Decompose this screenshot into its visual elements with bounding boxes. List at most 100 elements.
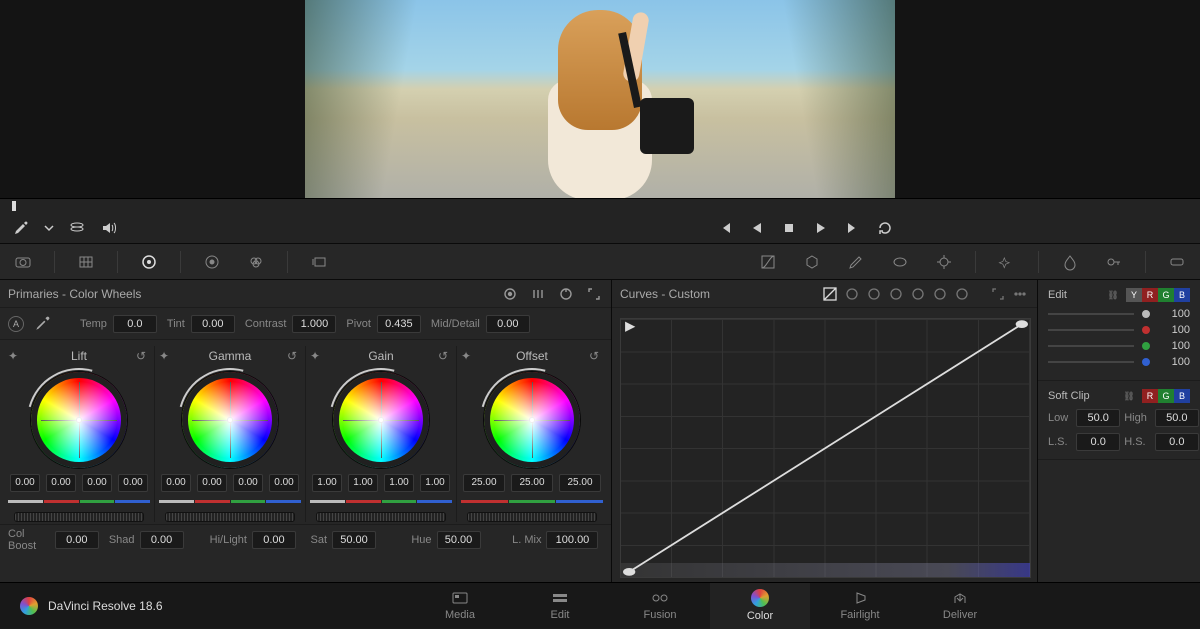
- speaker-icon[interactable]: [100, 219, 118, 237]
- channel-value[interactable]: 100: [1158, 356, 1190, 368]
- wheel-value[interactable]: 1.00: [420, 474, 450, 492]
- tint-value[interactable]: 0.00: [191, 315, 235, 333]
- motion-effects-palette-icon[interactable]: [306, 249, 332, 275]
- stop-icon[interactable]: [780, 219, 798, 237]
- wheel-jog[interactable]: [467, 512, 597, 522]
- wheel-picker-icon[interactable]: ✦: [310, 349, 324, 363]
- hilight-value[interactable]: 0.00: [252, 531, 296, 549]
- wheel-value[interactable]: 1.00: [312, 474, 342, 492]
- link-icon[interactable]: ⛓: [1106, 288, 1120, 302]
- log-mode-icon[interactable]: [557, 285, 575, 303]
- loop-icon[interactable]: [876, 219, 894, 237]
- curves-expand-icon[interactable]: [991, 287, 1007, 301]
- wheel-value[interactable]: 0.00: [197, 474, 227, 492]
- curves-options-icon[interactable]: [1013, 287, 1029, 301]
- wheel-picker-icon[interactable]: ✦: [461, 349, 475, 363]
- wheel-value[interactable]: 0.00: [10, 474, 40, 492]
- color-warper-palette-icon[interactable]: [799, 249, 825, 275]
- channel-slider[interactable]: [1048, 345, 1134, 347]
- color-wheel[interactable]: [484, 372, 580, 468]
- wheel-reset-icon[interactable]: ↺: [438, 349, 452, 363]
- wheel-picker-icon[interactable]: ✦: [8, 349, 22, 363]
- channel-slider[interactable]: [1048, 361, 1134, 363]
- tab-deliver[interactable]: Deliver: [910, 583, 1010, 629]
- qualifier-palette-icon[interactable]: [843, 249, 869, 275]
- softclip-b-chip[interactable]: B: [1174, 389, 1190, 403]
- wheels-mode-icon[interactable]: [529, 285, 547, 303]
- rgb-mixer-palette-icon[interactable]: [243, 249, 269, 275]
- play-icon[interactable]: [812, 219, 830, 237]
- mid-detail-value[interactable]: 0.00: [486, 315, 530, 333]
- hue-value[interactable]: 50.00: [437, 531, 481, 549]
- tab-edit[interactable]: Edit: [510, 583, 610, 629]
- play-reverse-icon[interactable]: [748, 219, 766, 237]
- channel-slider[interactable]: [1048, 313, 1134, 315]
- timeline-scrubber[interactable]: [0, 198, 1200, 212]
- stack-icon[interactable]: [68, 219, 86, 237]
- hs-value[interactable]: 0.0: [1155, 433, 1199, 451]
- wheel-jog[interactable]: [316, 512, 446, 522]
- tracking-palette-icon[interactable]: [931, 249, 957, 275]
- channel-b-chip[interactable]: B: [1174, 288, 1190, 302]
- window-palette-icon[interactable]: [887, 249, 913, 275]
- curves-palette-icon[interactable]: [755, 249, 781, 275]
- softclip-r-chip[interactable]: R: [1142, 389, 1158, 403]
- wheel-value[interactable]: 1.00: [348, 474, 378, 492]
- curves-editor[interactable]: [620, 318, 1031, 578]
- tab-fairlight[interactable]: Fairlight: [810, 583, 910, 629]
- blur-palette-icon[interactable]: [1057, 249, 1083, 275]
- color-wheel[interactable]: [182, 372, 278, 468]
- reset-target-icon[interactable]: [501, 285, 519, 303]
- eyedropper-icon[interactable]: [12, 219, 30, 237]
- curves-hue-sat-icon[interactable]: [867, 287, 883, 301]
- color-wheel[interactable]: [333, 372, 429, 468]
- channel-g-chip[interactable]: G: [1158, 288, 1174, 302]
- channel-y-chip[interactable]: Y: [1126, 288, 1142, 302]
- curves-hue-lum-icon[interactable]: [889, 287, 905, 301]
- hdr-palette-icon[interactable]: [199, 249, 225, 275]
- camera-raw-palette-icon[interactable]: [10, 249, 36, 275]
- tab-media[interactable]: Media: [410, 583, 510, 629]
- sat-value[interactable]: 50.00: [332, 531, 376, 549]
- wheel-value[interactable]: 0.00: [269, 474, 299, 492]
- tab-fusion[interactable]: Fusion: [610, 583, 710, 629]
- wheel-value[interactable]: 0.00: [46, 474, 76, 492]
- channel-r-chip[interactable]: R: [1142, 288, 1158, 302]
- tab-color[interactable]: Color: [710, 583, 810, 629]
- curves-custom-icon[interactable]: [823, 287, 839, 301]
- pivot-value[interactable]: 0.435: [377, 315, 421, 333]
- wheel-reset-icon[interactable]: ↺: [287, 349, 301, 363]
- softclip-g-chip[interactable]: G: [1158, 389, 1174, 403]
- preview-image[interactable]: [305, 0, 895, 198]
- high-value[interactable]: 50.0: [1155, 409, 1199, 427]
- key-palette-icon[interactable]: [1101, 249, 1127, 275]
- ls-value[interactable]: 0.0: [1076, 433, 1120, 451]
- color-wheels-palette-icon[interactable]: [136, 249, 162, 275]
- wheel-value[interactable]: 0.00: [161, 474, 191, 492]
- color-wheel[interactable]: [31, 372, 127, 468]
- go-last-icon[interactable]: [844, 219, 862, 237]
- wheel-value[interactable]: 0.00: [82, 474, 112, 492]
- auto-balance-button[interactable]: A: [8, 316, 24, 332]
- curves-lum-sat-icon[interactable]: [911, 287, 927, 301]
- channel-value[interactable]: 100: [1158, 308, 1190, 320]
- color-checker-palette-icon[interactable]: [73, 249, 99, 275]
- temp-value[interactable]: 0.0: [113, 315, 157, 333]
- contrast-value[interactable]: 1.000: [292, 315, 336, 333]
- wheel-value[interactable]: 0.00: [233, 474, 263, 492]
- wheel-jog[interactable]: [165, 512, 295, 522]
- channel-value[interactable]: 100: [1158, 324, 1190, 336]
- wheel-value[interactable]: 25.00: [511, 474, 553, 492]
- low-value[interactable]: 50.0: [1076, 409, 1120, 427]
- curves-sat-sat-icon[interactable]: [933, 287, 949, 301]
- expand-icon[interactable]: [585, 285, 603, 303]
- wheel-reset-icon[interactable]: ↺: [136, 349, 150, 363]
- shad-value[interactable]: 0.00: [140, 531, 184, 549]
- magic-mask-palette-icon[interactable]: [994, 249, 1020, 275]
- chevron-down-icon[interactable]: [44, 219, 54, 237]
- wheel-value[interactable]: 25.00: [463, 474, 505, 492]
- channel-value[interactable]: 100: [1158, 340, 1190, 352]
- wheel-value[interactable]: 1.00: [384, 474, 414, 492]
- wheel-reset-icon[interactable]: ↺: [589, 349, 603, 363]
- softclip-link-icon[interactable]: ⛓: [1122, 389, 1136, 403]
